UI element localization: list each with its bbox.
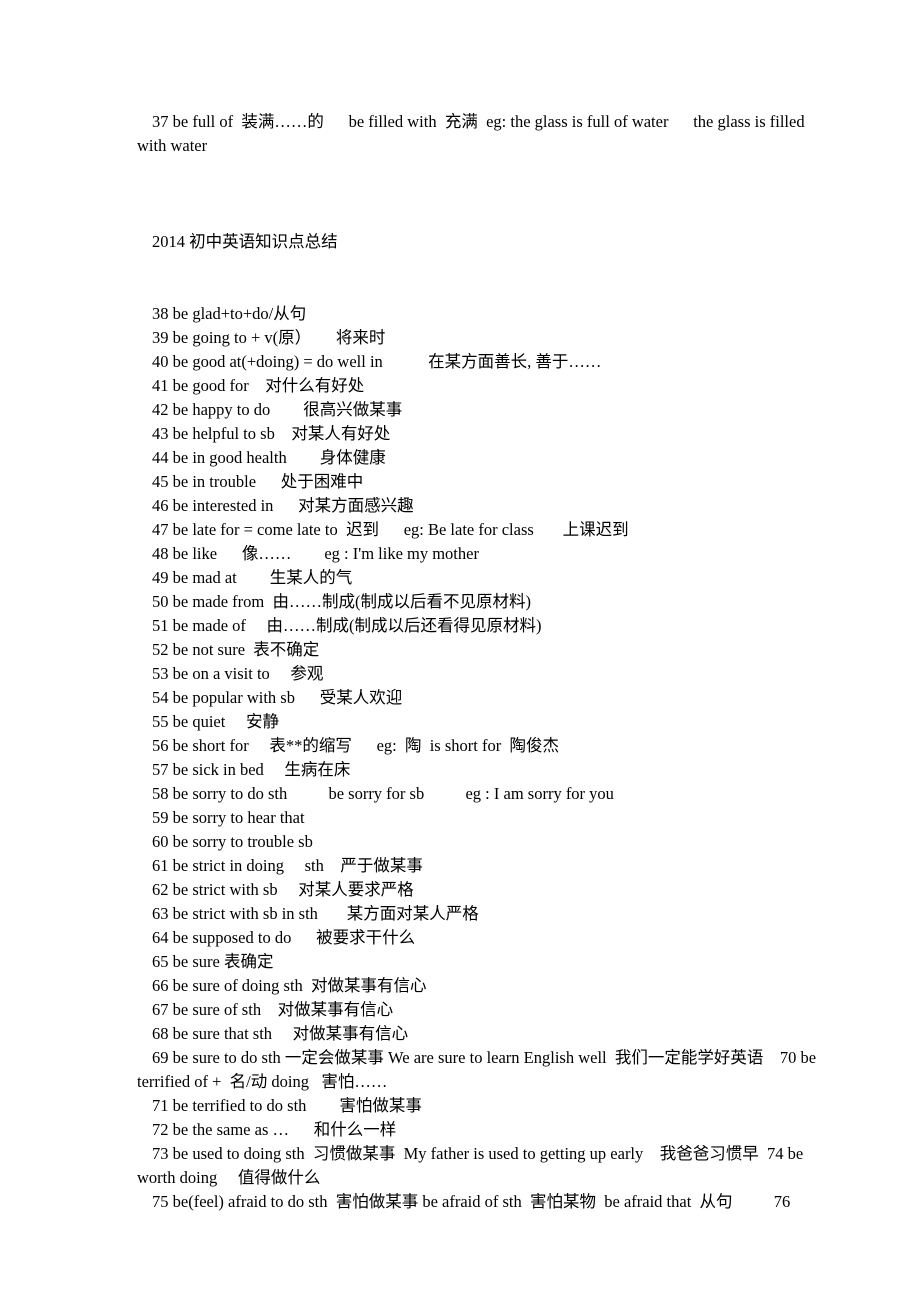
list-item: 41 be good for 对什么有好处 bbox=[152, 376, 365, 395]
list-item: 48 be like 像…… eg : I'm like my mother bbox=[152, 544, 479, 563]
list-item: 56 be short for 表**的缩写 eg: 陶 is short fo… bbox=[152, 736, 559, 755]
list-item: 47 be late for = come late to 迟到 eg: Be … bbox=[152, 520, 629, 539]
list-item: 67 be sure of sth 对做某事有信心 bbox=[152, 1000, 394, 1019]
list-item: 72 be the same as … 和什么一样 bbox=[152, 1120, 397, 1139]
list-item: 75 be(feel) afraid to do sth 害怕做某事 be af… bbox=[152, 1192, 791, 1211]
document-title: 2014 初中英语知识点总结 bbox=[152, 232, 338, 251]
list-item: 38 be glad+to+do/从句 bbox=[152, 304, 307, 323]
list-item: 54 be popular with sb 受某人欢迎 bbox=[152, 688, 403, 707]
list-item: 71 be terrified to do sth 害怕做某事 bbox=[152, 1096, 422, 1115]
list-item: 64 be supposed to do 被要求干什么 bbox=[152, 928, 416, 947]
document-page: 37 be full of 装满……的 be filled with 充满 eg… bbox=[0, 0, 920, 1302]
list-item: 60 be sorry to trouble sb bbox=[152, 832, 313, 851]
list-item: 63 be strict with sb in sth 某方面对某人严格 bbox=[152, 904, 479, 923]
list-item: 44 be in good health 身体健康 bbox=[152, 448, 386, 467]
list-item: 50 be made from 由……制成(制成以后看不见原材料) bbox=[152, 592, 531, 611]
list-item: 43 be helpful to sb 对某人有好处 bbox=[152, 424, 391, 443]
list-item: 68 be sure that sth 对做某事有信心 bbox=[152, 1024, 409, 1043]
list-item: 52 be not sure 表不确定 bbox=[152, 640, 320, 659]
phrase-list: 38 be glad+to+do/从句 39 be going to + v(原… bbox=[137, 302, 821, 1214]
document-body: 37 be full of 装满……的 be filled with 充满 eg… bbox=[137, 110, 821, 1214]
list-item: 61 be strict in doing sth 严于做某事 bbox=[152, 856, 423, 875]
list-item: 57 be sick in bed 生病在床 bbox=[152, 760, 351, 779]
list-item: 62 be strict with sb 对某人要求严格 bbox=[152, 880, 414, 899]
list-item: 53 be on a visit to 参观 bbox=[152, 664, 324, 683]
list-item: 58 be sorry to do sth be sorry for sb eg… bbox=[152, 784, 614, 803]
list-item: 66 be sure of doing sth 对做某事有信心 bbox=[152, 976, 427, 995]
list-item: 69 be sure to do sth 一定会做某事 We are sure … bbox=[137, 1048, 821, 1091]
list-item: 39 be going to + v(原） 将来时 bbox=[152, 328, 386, 347]
list-item: 59 be sorry to hear that bbox=[152, 808, 305, 827]
section-spacer-top bbox=[137, 158, 821, 230]
list-item: 42 be happy to do 很高兴做某事 bbox=[152, 400, 403, 419]
list-item: 65 be sure 表确定 bbox=[152, 952, 274, 971]
list-item: 73 be used to doing sth 习惯做某事 My father … bbox=[137, 1144, 808, 1187]
list-item: 45 be in trouble 处于困难中 bbox=[152, 472, 364, 491]
title-spacer bbox=[137, 254, 821, 302]
list-item: 46 be interested in 对某方面感兴趣 bbox=[152, 496, 414, 515]
list-item: 40 be good at(+doing) = do well in 在某方面善… bbox=[152, 352, 602, 371]
list-item: 51 be made of 由……制成(制成以后还看得见原材料) bbox=[152, 616, 542, 635]
entry-37: 37 be full of 装满……的 be filled with 充满 eg… bbox=[137, 112, 809, 155]
list-item: 49 be mad at 生某人的气 bbox=[152, 568, 353, 587]
list-item: 55 be quiet 安静 bbox=[152, 712, 279, 731]
